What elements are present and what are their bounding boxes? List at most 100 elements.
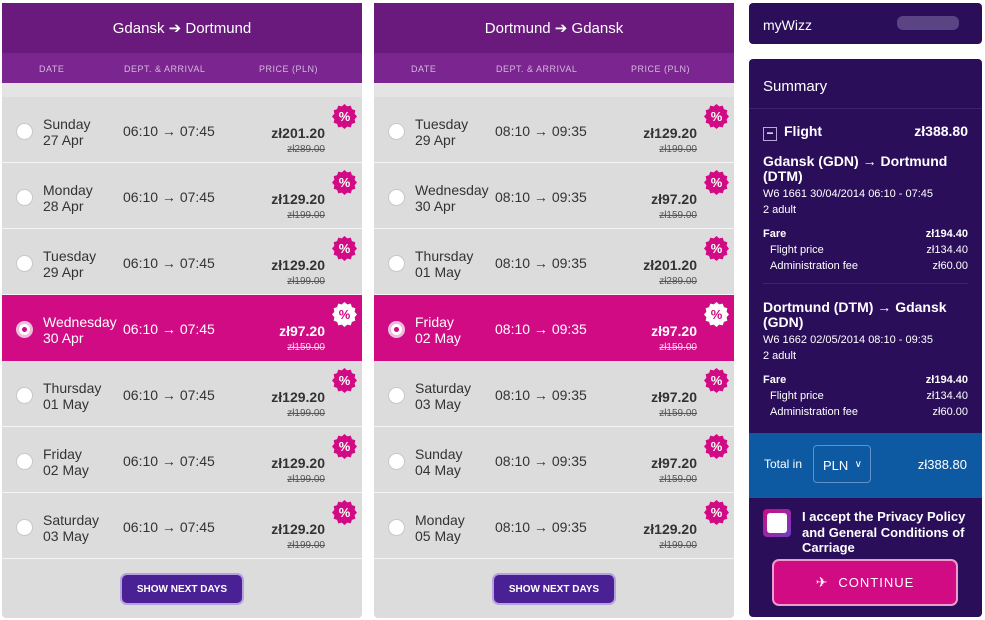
accept-terms-label[interactable]: I accept the Privacy Policy and General … [802, 509, 972, 556]
total-label: Total in [764, 457, 803, 471]
date-row[interactable]: Sunday 27 Apr 06:10 → 07:45 zł201.20 zł289.0… [2, 97, 362, 163]
inbound-route-title: Dortmund ➔ Gdansk [374, 3, 734, 53]
day-month: 27 Apr [43, 132, 84, 148]
leg-flight-info: W6 1661 30/04/2014 06:10 - 07:45 [763, 188, 934, 200]
old-price: zł199.00 [287, 540, 325, 551]
header-date: DATE [411, 64, 437, 74]
dept-arrival-time: 06:10 → 07:45 [123, 453, 215, 469]
mywizz-label: myWizz [763, 17, 812, 33]
show-next-days-button[interactable]: SHOW NEXT DAYS [120, 573, 244, 605]
outbound-flights-panel: Gdansk ➔ Dortmund DATE DEPT. & ARRIVAL P… [2, 3, 362, 618]
svg-text:%: % [339, 175, 351, 190]
percent-badge-icon: % [704, 434, 729, 459]
old-price: zł159.00 [659, 408, 697, 419]
old-price: zł199.00 [287, 474, 325, 485]
date-radio[interactable] [388, 519, 405, 536]
fare-label: Fare [763, 228, 787, 240]
date-row[interactable]: Wednesday 30 Apr 06:10 → 07:45 zł97.20 zł159… [2, 295, 362, 361]
fare-price: zł97.20 [651, 389, 697, 405]
outbound-route-title: Gdansk ➔ Dortmund [2, 3, 362, 53]
header-dept-arrival: DEPT. & ARRIVAL [496, 64, 578, 74]
fare-price: zł97.20 [651, 191, 697, 207]
date-radio[interactable] [388, 321, 405, 338]
date-label: Sunday 27 Apr [43, 116, 90, 148]
old-price: zł199.00 [287, 408, 325, 419]
date-label: Thursday 01 May [43, 380, 101, 412]
day-month: 29 Apr [415, 132, 456, 148]
outbound-date-list: Sunday 27 Apr 06:10 → 07:45 zł201.20 zł289.0… [2, 97, 362, 559]
fare-price: zł129.20 [271, 191, 325, 207]
dept-arrival-time: 08:10 → 09:35 [495, 519, 587, 535]
currency-select[interactable]: PLN ∨ [813, 445, 871, 483]
dept-arrival-time: 06:10 → 07:45 [123, 519, 215, 535]
dept-arrival-time: 06:10 → 07:45 [123, 123, 215, 139]
old-price: zł199.00 [287, 210, 325, 221]
continue-button[interactable]: ✈ CONTINUE [772, 559, 958, 606]
fare-value: zł194.40 [925, 228, 968, 240]
date-radio[interactable] [16, 321, 33, 338]
weekday: Tuesday [415, 116, 469, 132]
date-radio[interactable] [16, 189, 33, 206]
day-month: 30 Apr [43, 330, 84, 346]
fare-price: zł201.20 [271, 125, 325, 141]
date-row[interactable]: Thursday 01 May 06:10 → 07:45 zł129.20 zł199… [2, 361, 362, 427]
admin-fee-row: Administration fee zł60.00 [763, 404, 968, 420]
weekday: Thursday [415, 248, 474, 264]
date-label: Sunday 04 May [415, 446, 462, 478]
date-row[interactable]: Wednesday 30 Apr 08:10 → 09:35 zł97.20 zł159… [374, 163, 734, 229]
dept-arrival-time: 06:10 → 07:45 [123, 255, 215, 271]
date-row[interactable]: Friday 02 May 08:10 → 09:35 zł97.20 zł159.00… [374, 295, 734, 361]
fare-price: zł129.20 [643, 125, 697, 141]
minus-icon[interactable]: − [763, 127, 777, 141]
header-price: PRICE (PLN) [259, 64, 319, 74]
date-radio[interactable] [16, 123, 33, 140]
date-row[interactable]: Monday 05 May 08:10 → 09:35 zł129.20 zł199.0… [374, 493, 734, 559]
flight-label: Flight [784, 123, 823, 139]
date-radio[interactable] [388, 255, 405, 272]
date-row[interactable]: Monday 28 Apr 06:10 → 07:45 zł129.20 zł199.0… [2, 163, 362, 229]
date-radio[interactable] [16, 387, 33, 404]
date-label: Friday 02 May [415, 314, 461, 346]
fare-price: zł129.20 [643, 521, 697, 537]
date-radio[interactable] [388, 387, 405, 404]
date-row[interactable]: Friday 02 May 06:10 → 07:45 zł129.20 zł199.0… [2, 427, 362, 493]
outbound-column-headers: DATE DEPT. & ARRIVAL PRICE (PLN) [2, 53, 362, 83]
date-radio[interactable] [16, 519, 33, 536]
date-radio[interactable] [16, 255, 33, 272]
flight-summary-header[interactable]: − Flight zł388.80 [763, 123, 968, 141]
inbound-date-list: Tuesday 29 Apr 08:10 → 09:35 zł129.20 zł199.… [374, 97, 734, 559]
date-row[interactable]: Saturday 03 May 08:10 → 09:35 zł97.20 zł159.… [374, 361, 734, 427]
total-bar: Total in PLN ∨ zł388.80 [749, 433, 982, 498]
day-month: 01 May [43, 396, 89, 412]
weekday: Thursday [43, 380, 102, 396]
dept-arrival-time: 06:10 → 07:45 [123, 189, 215, 205]
date-row[interactable]: Tuesday 29 Apr 08:10 → 09:35 zł129.20 zł199.… [374, 97, 734, 163]
mywizz-login-bar[interactable]: myWizz [749, 3, 982, 44]
username-blurred [897, 16, 959, 30]
date-radio[interactable] [388, 189, 405, 206]
admin-fee-label: Administration fee [770, 260, 859, 272]
date-label: Thursday 01 May [415, 248, 473, 280]
date-label: Saturday 03 May [43, 512, 99, 544]
accept-terms-checkbox[interactable] [763, 509, 791, 537]
date-row[interactable]: Tuesday 29 Apr 06:10 → 07:45 zł129.20 zł199.… [2, 229, 362, 295]
show-next-days-button[interactable]: SHOW NEXT DAYS [492, 573, 616, 605]
svg-text:%: % [339, 241, 351, 256]
date-row[interactable]: Saturday 03 May 06:10 → 07:45 zł129.20 zł199… [2, 493, 362, 559]
date-radio[interactable] [388, 123, 405, 140]
fare-label: Fare [763, 374, 787, 386]
dept-arrival-time: 08:10 → 09:35 [495, 123, 587, 139]
weekday: Wednesday [43, 314, 117, 330]
percent-badge-icon: % [704, 236, 729, 261]
dept-arrival-time: 08:10 → 09:35 [495, 453, 587, 469]
date-row[interactable]: Sunday 04 May 08:10 → 09:35 zł97.20 zł159.00… [374, 427, 734, 493]
dept-arrival-time: 08:10 → 09:35 [495, 387, 587, 403]
date-radio[interactable] [16, 453, 33, 470]
date-radio[interactable] [388, 453, 405, 470]
fare-row: Fare zł194.40 [763, 372, 968, 388]
percent-badge-icon: % [332, 170, 357, 195]
date-row[interactable]: Thursday 01 May 08:10 → 09:35 zł201.20 zł289… [374, 229, 734, 295]
day-month: 30 Apr [415, 198, 456, 214]
date-label: Monday 28 Apr [43, 182, 93, 214]
svg-text:%: % [711, 439, 723, 454]
